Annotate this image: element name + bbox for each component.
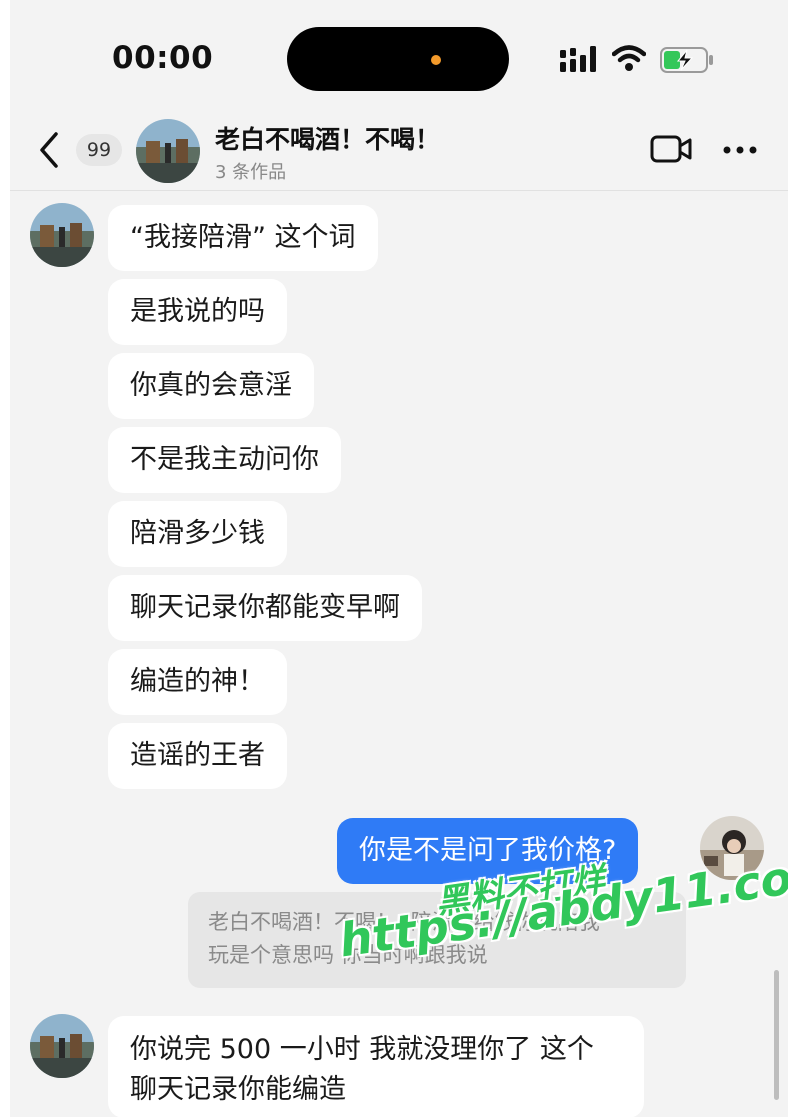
status-time: 00:00	[112, 40, 214, 76]
chat-header: 99 老白不喝酒！不喝！ 3 条作品	[10, 110, 788, 191]
message-bubble[interactable]: 你说完 500 一小时 我就没理你了 这个 聊天记录你能编造	[108, 1016, 644, 1117]
message-bubble[interactable]: 编造的神！	[108, 649, 287, 715]
message-bubble[interactable]: 是我说的吗	[108, 279, 287, 345]
message-line: 聊天记录你能编造	[130, 1074, 346, 1105]
sender-avatar[interactable]	[30, 203, 94, 267]
message-line: 你说完 500 一小时 我就没理你了 这个	[130, 1034, 594, 1065]
camera-indicator-dot	[431, 55, 441, 65]
more-options-icon[interactable]	[720, 132, 760, 168]
battery-charging-icon	[660, 47, 713, 73]
video-call-icon[interactable]	[650, 134, 692, 164]
unread-count-badge[interactable]: 99	[76, 134, 122, 166]
message-bubble[interactable]: “我接陪滑” 这个词	[108, 205, 378, 271]
cellular-signal-icon	[560, 46, 596, 72]
dynamic-island	[287, 27, 509, 91]
sender-avatar[interactable]	[30, 1014, 94, 1078]
message-bubble[interactable]: 不是我主动问你	[108, 427, 341, 493]
message-bubble[interactable]: 陪滑多少钱	[108, 501, 287, 567]
message-bubble[interactable]: 你真的会意淫	[108, 353, 314, 419]
message-bubble[interactable]: 聊天记录你都能变早啊	[108, 575, 422, 641]
back-chevron-icon[interactable]	[34, 130, 64, 170]
status-bar: 00:00	[10, 0, 788, 110]
contact-works-count[interactable]: 3 条作品	[215, 158, 286, 184]
message-bubble[interactable]: 造谣的王者	[108, 723, 287, 789]
contact-name[interactable]: 老白不喝酒！不喝！	[215, 120, 440, 156]
chat-screen: 00:00 99 老白不喝酒！不喝！ 3 条作品 “我接陪滑” 这个词 是我说的…	[10, 0, 788, 1117]
scrollbar[interactable]	[774, 970, 779, 1100]
contact-avatar[interactable]	[136, 119, 200, 183]
wifi-icon	[612, 45, 646, 71]
